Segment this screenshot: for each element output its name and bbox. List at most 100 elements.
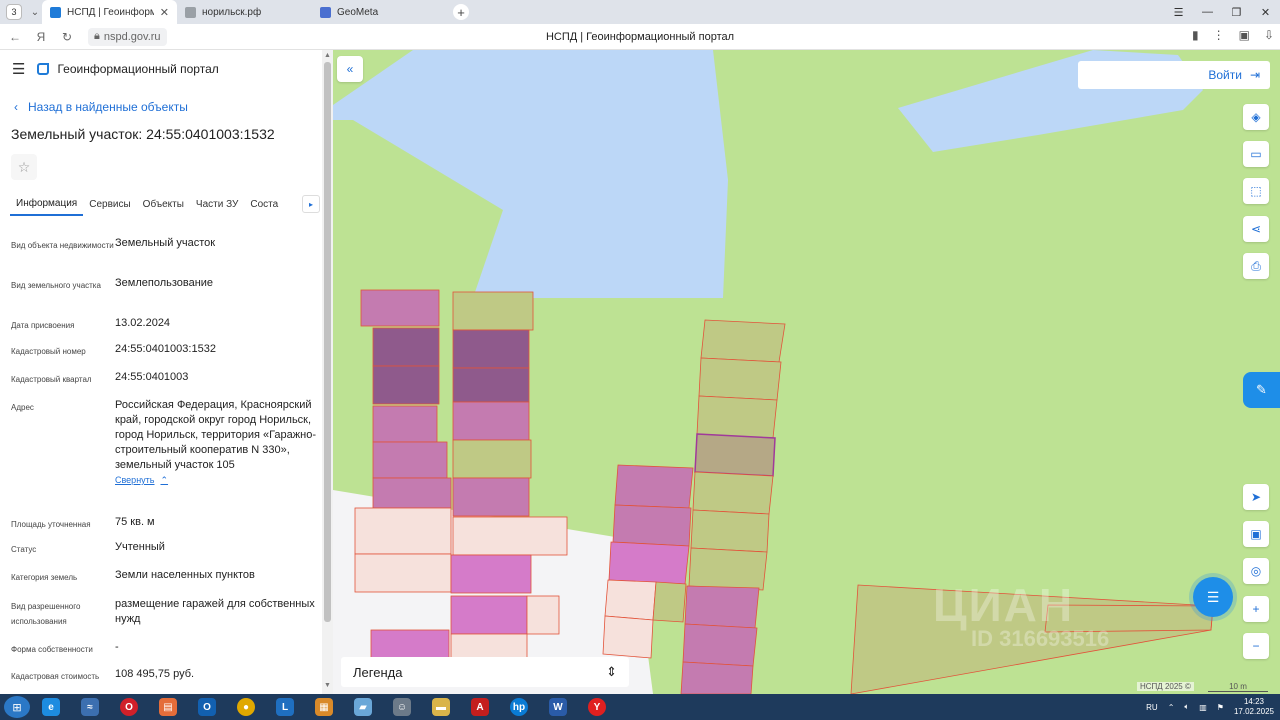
ruler-icon: ▭ [1250,147,1262,161]
favorite-star-button[interactable]: ☆ [11,154,37,180]
taskbar-app[interactable]: L [267,695,303,719]
bookmark-icon[interactable]: ▮ [1192,28,1199,42]
tab-label: GeoMeta [337,6,379,18]
zoom-in-button[interactable]: + [1243,596,1269,622]
portal-title: Геоинформационный портал [57,62,219,76]
tab-services[interactable]: Сервисы [83,192,136,216]
user-app-icon: ☺ [393,698,411,716]
browser-tab-nspd[interactable]: НСПД | Геоинформацио ✕ [42,0,177,24]
property-row: Вид объекта недвижимости Земельный участ… [11,236,316,253]
navigation-arrow-icon: ➤ [1250,490,1262,504]
taskbar-app[interactable]: W [540,695,576,719]
collapse-link[interactable]: Свернуть ⌃ [115,473,168,488]
close-icon[interactable]: ✕ [160,6,169,19]
taskbar-app[interactable]: e [33,695,69,719]
panel-scrollbar[interactable]: ▲ ▼ [322,50,333,694]
zoom-out-button[interactable]: − [1243,633,1269,659]
chevron-down-icon[interactable]: ⌄ [28,7,42,18]
windows-taskbar: ⊞ e ≈ O ▤ O ● L ▦ ▰ ☺ ▬ A hp W Y RU ⌃ 🔈︎… [0,694,1280,720]
volume-icon[interactable]: 🔈︎ [1184,702,1189,712]
taskbar-app[interactable]: Y [579,695,615,719]
tab-composition[interactable]: Соста [244,192,284,216]
layers-button[interactable]: ◈ [1243,104,1269,130]
chat-icon: ☰ [1206,588,1220,605]
taskbar-app[interactable]: ▦ [306,695,342,719]
menu-icon[interactable]: ☰ [1164,6,1193,19]
chevron-up-tray-icon[interactable]: ⌃ [1168,703,1175,712]
back-arrow-icon[interactable]: ← [4,30,26,44]
browser-tab-norilsk[interactable]: норильск.рф [177,0,312,24]
expand-collapse-icon: ⇕ [606,664,617,679]
new-tab-button[interactable]: + [453,4,469,20]
property-key: Дата присвоения [11,321,75,330]
property-key: Вид объекта недвижимости [11,241,114,250]
chat-button[interactable]: ☰ [1193,577,1233,617]
tabs-scroll-right-icon[interactable]: ▸ [302,195,320,213]
scroll-down-icon[interactable]: ▼ [322,682,333,689]
taskbar-app[interactable]: ▤ [150,695,186,719]
chevron-up-icon: ⌃ [160,475,169,485]
flag-icon[interactable]: ⚑ [1217,703,1224,712]
back-to-results-link[interactable]: ‹ Назад в найденные объекты [14,100,322,114]
clock[interactable]: 14:23 17.02.2025 [1234,697,1274,717]
url-text: nspd.gov.ru [103,30,161,43]
url-field[interactable]: 🔒︎ nspd.gov.ru [88,27,167,46]
taskbar-app[interactable]: ● [228,695,264,719]
taskbar-app[interactable]: ≈ [72,695,108,719]
share-button[interactable]: ⋖ [1243,216,1269,242]
chevron-left-icon: ‹ [14,100,18,114]
taskbar-app[interactable]: O [111,695,147,719]
tab-count-button[interactable]: 3 [6,4,22,20]
watermark-brand: ЦИАН [933,579,1075,631]
portal-logo-icon [37,63,50,75]
more-icon[interactable]: ⋮ [1213,28,1225,42]
word-icon: W [549,698,567,716]
back-link-label: Назад в найденные объекты [28,100,188,114]
close-window-icon[interactable]: ✕ [1251,6,1280,19]
taskbar-app[interactable]: hp [501,695,537,719]
property-row: Кадастровая стоимость 108 495,75 руб. [11,667,316,684]
select-area-button[interactable]: ⬚ [1243,178,1269,204]
water-area [333,50,728,298]
object-title: Земельный участок: 24:55:0401003:1532 [11,126,275,142]
taskbar-app[interactable]: ☺ [384,695,420,719]
map-layer [333,50,1214,694]
scroll-up-icon[interactable]: ▲ [322,52,333,59]
taskbar-app[interactable]: ▰ [345,695,381,719]
login-button[interactable]: Войти ⇥ [1078,61,1270,89]
language-indicator[interactable]: RU [1146,703,1158,712]
legend-panel[interactable]: Легенда ⇕ [341,657,629,687]
tab-label: норильск.рф [202,6,262,18]
tab-information[interactable]: Информация [10,192,84,216]
restore-icon[interactable]: ❐ [1222,6,1251,19]
taskbar-app[interactable]: O [189,695,225,719]
map-canvas[interactable]: ЦИАН ID 316693516 « Войти ⇥ ◈ ▭ ⬚ ⋖ ⎙ ✎ … [333,50,1280,694]
reader-icon[interactable]: ▣ [1239,28,1250,42]
reload-icon[interactable]: ↻ [56,30,78,44]
tab-parts[interactable]: Части ЗУ [190,192,244,216]
portal-brand[interactable]: Геоинформационный портал [37,62,219,76]
start-button[interactable]: ⊞ [4,696,30,718]
extensions-icon[interactable]: ⇩ [1264,28,1274,42]
tab-objects[interactable]: Объекты [137,192,190,216]
geolocation-icon: ◎ [1250,564,1262,578]
minimap-button[interactable]: ▣ [1243,521,1269,547]
office-app-icon: ▦ [315,698,333,716]
property-value: 24:55:0401003:1532 [115,343,216,355]
taskbar-app[interactable]: A [462,695,498,719]
taskbar-app[interactable]: ▬ [423,695,459,719]
property-value: размещение гаражей для собственных нужд [115,598,315,625]
yandex-icon[interactable]: Я [30,30,52,44]
locate-button[interactable]: ➤ [1243,484,1269,510]
network-icon[interactable]: ▥ [1199,703,1207,712]
geolocation-button[interactable]: ◎ [1243,558,1269,584]
collapse-panel-button[interactable]: « [337,56,363,82]
measure-button[interactable]: ▭ [1243,141,1269,167]
browser-tab-geometa[interactable]: GeoMeta [312,0,447,24]
scrollbar-thumb[interactable] [324,62,331,622]
print-button[interactable]: ⎙ [1243,253,1269,279]
minimize-icon[interactable]: — [1193,6,1222,18]
assistant-button[interactable]: ✎ [1243,372,1280,408]
collapse-label: Свернуть [115,475,155,485]
hamburger-menu-icon[interactable]: ☰ [12,60,25,78]
